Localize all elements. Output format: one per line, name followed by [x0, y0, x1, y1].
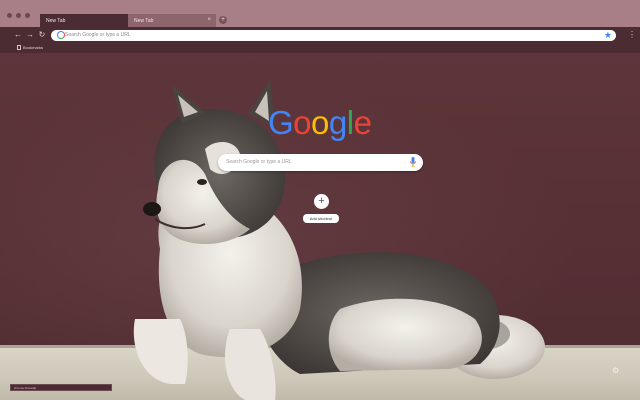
window-minimize-dot[interactable] — [16, 13, 21, 18]
back-arrow-icon[interactable]: ← — [13, 30, 23, 40]
tab-new-tab[interactable]: New Tab × — [128, 14, 216, 27]
tab-label: New Tab — [46, 18, 66, 24]
add-shortcut-tile[interactable]: + Add shortcut — [303, 194, 339, 224]
add-shortcut-label: Add shortcut — [303, 214, 339, 223]
star-icon[interactable]: ★ — [604, 30, 612, 40]
mic-icon[interactable] — [410, 157, 416, 168]
bookmarks-bar: Bookmarks — [0, 43, 640, 53]
google-g-icon — [57, 31, 65, 39]
logo-letter: g — [328, 104, 347, 141]
logo-letter: e — [353, 104, 372, 141]
status-text: chrome://newtab — [14, 386, 37, 390]
omnibox[interactable]: Search Google or type a URL ★ — [51, 30, 616, 41]
close-icon[interactable]: × — [207, 17, 211, 23]
logo-letter: l — [346, 104, 354, 141]
add-icon[interactable]: + — [314, 194, 329, 209]
forward-arrow-icon[interactable]: → — [25, 30, 35, 40]
new-tab-page: Google Search Google or type a URL + Add… — [0, 53, 640, 400]
toolbar: ← → ↻ Search Google or type a URL ★ ⋮ — [0, 27, 640, 43]
google-logo: Google — [268, 105, 372, 141]
window-close-dot[interactable] — [7, 13, 12, 18]
search-placeholder: Search Google or type a URL — [226, 159, 292, 165]
bookmark-icon — [17, 45, 21, 50]
logo-letter: o — [293, 104, 312, 141]
logo-letter: G — [268, 104, 294, 141]
search-box[interactable]: Search Google or type a URL — [218, 154, 423, 171]
new-tab-button[interactable]: + — [219, 16, 227, 24]
omnibox-placeholder: Search Google or type a URL — [65, 32, 131, 38]
window-zoom-dot[interactable] — [25, 13, 30, 18]
tab-strip: New Tab New Tab × + — [0, 0, 640, 27]
gear-icon[interactable]: ⚙ — [612, 367, 620, 375]
status-bubble: chrome://newtab — [10, 384, 112, 391]
logo-letter: o — [311, 104, 329, 141]
tab-new-tab-active[interactable]: New Tab — [40, 14, 130, 27]
tab-label: New Tab — [134, 18, 154, 24]
bookmarks-label[interactable]: Bookmarks — [23, 45, 43, 50]
reload-icon[interactable]: ↻ — [37, 30, 47, 40]
menu-dots-icon[interactable]: ⋮ — [628, 30, 636, 40]
